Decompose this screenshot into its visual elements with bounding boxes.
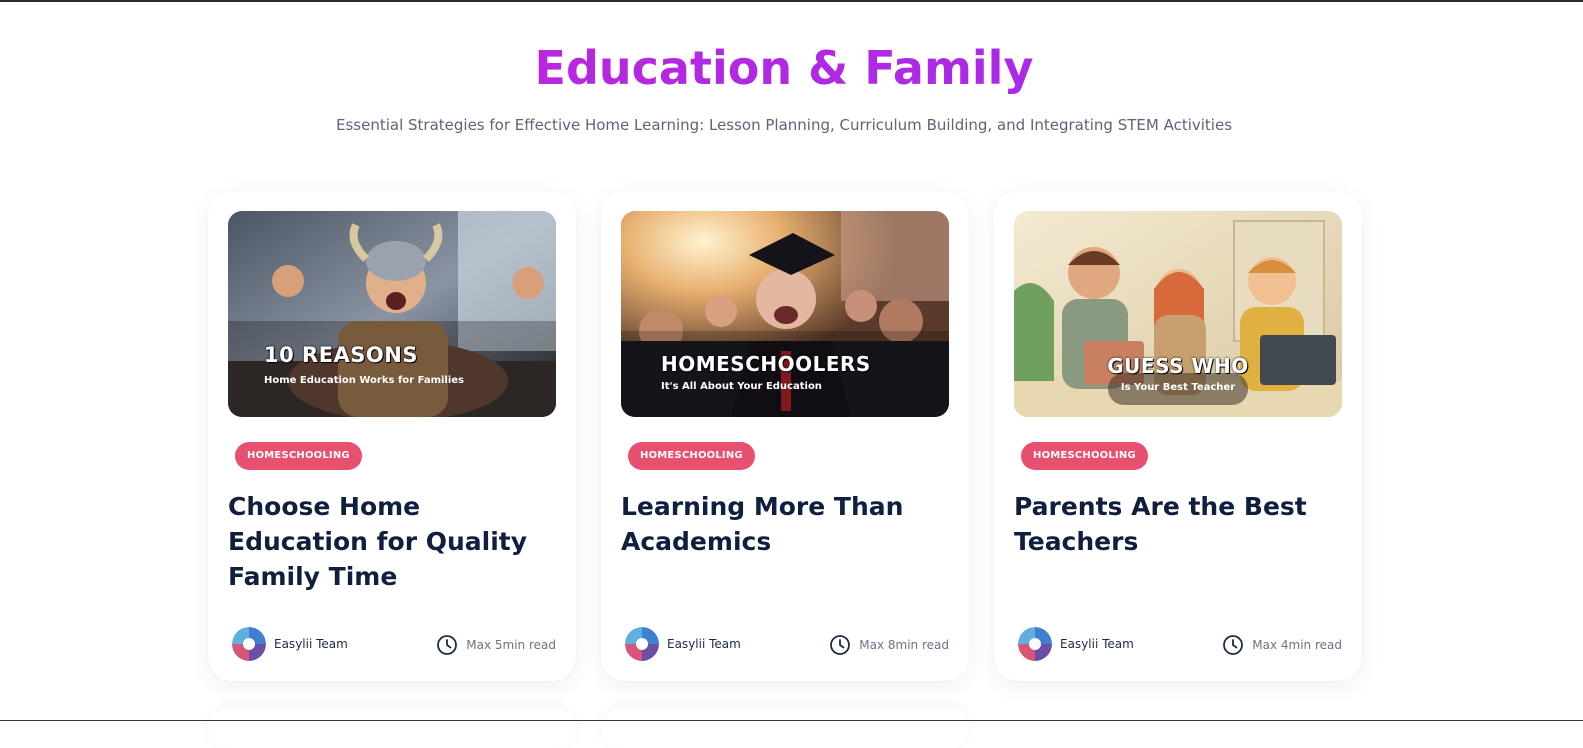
article-thumbnail[interactable]: 10 REASONS Home Education Works for Fami…: [228, 211, 556, 417]
article-card[interactable]: 10 REASONS Home Education Works for Fami…: [208, 191, 576, 681]
category-badge[interactable]: HOMESCHOOLING: [628, 442, 755, 470]
top-border: [0, 0, 1583, 2]
avatar-logo-icon: [1018, 627, 1052, 661]
bottom-border: [0, 720, 1583, 721]
article-card-partial[interactable]: [601, 708, 969, 748]
read-time: Max 8min read: [829, 634, 949, 656]
clock-icon: [437, 635, 458, 655]
author: Easylii Team: [1018, 627, 1134, 661]
author-name: Easylii Team: [1060, 637, 1134, 651]
category-badge[interactable]: HOMESCHOOLING: [235, 442, 362, 470]
avatar-logo-icon: [625, 627, 659, 661]
page-title: Education & Family: [0, 38, 1568, 98]
author-name: Easylii Team: [667, 637, 741, 651]
author: Easylii Team: [232, 627, 348, 661]
avatar-logo-icon: [232, 627, 266, 661]
thumbnail-title: HOMESCHOOLERS: [661, 352, 871, 376]
clock-icon: [1223, 635, 1244, 655]
article-card[interactable]: GUESS WHO Is Your Best Teacher HOMESCHOO…: [994, 191, 1362, 681]
author-name: Easylii Team: [274, 637, 348, 651]
article-thumbnail[interactable]: HOMESCHOOLERS It's All About Your Educat…: [621, 211, 949, 417]
thumbnail-subtitle: Home Education Works for Families: [264, 375, 465, 386]
article-title[interactable]: Parents Are the Best Teachers: [1014, 489, 1349, 559]
article-card[interactable]: HOMESCHOOLERS It's All About Your Educat…: [601, 191, 969, 681]
thumbnail-subtitle: It's All About Your Education: [661, 381, 822, 392]
thumbnail-title: GUESS WHO: [1107, 354, 1249, 378]
read-time-text: Max 4min read: [1252, 638, 1342, 652]
clock-icon: [830, 635, 851, 655]
category-badge[interactable]: HOMESCHOOLING: [1021, 442, 1148, 470]
thumbnail-subtitle: Is Your Best Teacher: [1120, 382, 1236, 393]
read-time: Max 4min read: [1222, 634, 1342, 656]
read-time: Max 5min read: [436, 634, 556, 656]
article-title[interactable]: Learning More Than Academics: [621, 489, 956, 559]
read-time-text: Max 8min read: [859, 638, 949, 652]
thumbnail-title: 10 REASONS: [264, 343, 418, 367]
article-title[interactable]: Choose Home Education for Quality Family…: [228, 489, 563, 594]
article-card-partial[interactable]: [208, 708, 576, 748]
thumbnail-image: [228, 211, 556, 417]
read-time-text: Max 5min read: [466, 638, 556, 652]
article-thumbnail[interactable]: GUESS WHO Is Your Best Teacher: [1014, 211, 1342, 417]
author: Easylii Team: [625, 627, 741, 661]
page-subtitle: Essential Strategies for Effective Home …: [335, 116, 1233, 134]
